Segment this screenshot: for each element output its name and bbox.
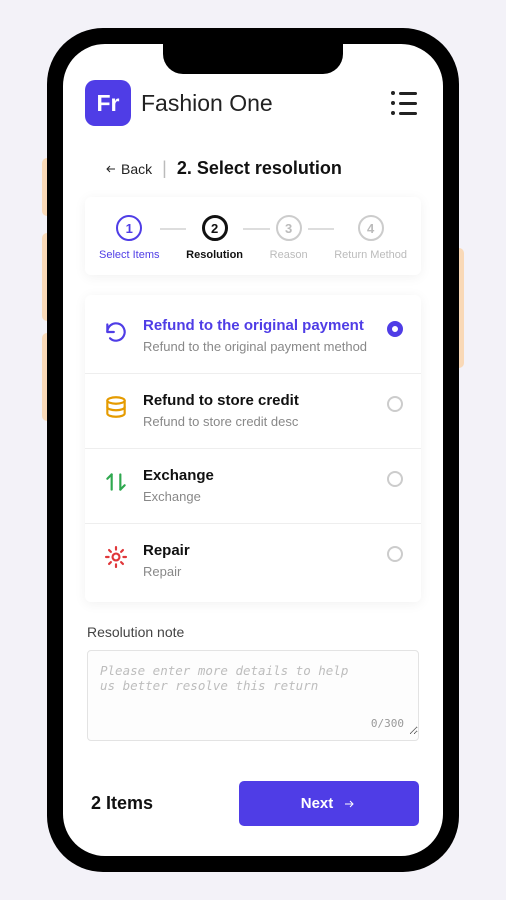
step-label: Return Method <box>334 249 407 261</box>
exchange-icon-wrap <box>103 469 129 495</box>
option-title: Refund to store credit <box>143 392 373 411</box>
repair-icon <box>103 544 129 570</box>
step-label: Reason <box>270 249 308 261</box>
next-button[interactable]: Next <box>239 781 419 826</box>
brand[interactable]: Fr Fashion One <box>85 80 273 126</box>
stepper-step[interactable]: 3 Reason <box>270 215 308 261</box>
step-label: Resolution <box>186 249 243 261</box>
step-number: 4 <box>358 215 384 241</box>
step-number: 2 <box>202 215 228 241</box>
option-title: Refund to the original payment <box>143 317 373 336</box>
radio-icon <box>387 396 403 412</box>
option-body: Exchange Exchange <box>143 467 373 505</box>
arrow-right-icon <box>341 798 357 810</box>
phone-body: Fr Fashion One <box>47 28 459 872</box>
step-connector <box>243 228 270 230</box>
resolution-option[interactable]: Repair Repair <box>85 524 421 598</box>
stepper-step[interactable]: 2 Resolution <box>186 215 243 261</box>
option-desc: Exchange <box>143 489 373 505</box>
option-desc: Refund to the original payment method <box>143 339 373 355</box>
item-count: 2 Items <box>91 793 153 814</box>
radio-icon <box>387 321 403 337</box>
step-label: Select Items <box>99 249 160 261</box>
stepper-card: 1 Select Items 2 Resolution 3 Reason 4 Return M… <box>85 197 421 275</box>
option-title: Exchange <box>143 467 373 486</box>
menu-icon <box>391 91 395 95</box>
option-body: Refund to the original payment Refund to … <box>143 317 373 355</box>
breadcrumb-separator: | <box>162 158 167 179</box>
resolution-option[interactable]: Exchange Exchange <box>85 449 421 524</box>
option-desc: Repair <box>143 564 373 580</box>
step-number: 1 <box>116 215 142 241</box>
refresh-icon <box>103 319 129 345</box>
menu-button[interactable] <box>387 87 421 119</box>
step-connector <box>308 228 335 230</box>
option-body: Repair Repair <box>143 542 373 580</box>
option-body: Refund to store credit Refund to store cr… <box>143 392 373 430</box>
resolution-option[interactable]: Refund to the original payment Refund to … <box>85 299 421 374</box>
resolution-options-card: Refund to the original payment Refund to … <box>85 295 421 602</box>
radio-icon <box>387 546 403 562</box>
exchange-icon <box>103 469 129 495</box>
repair-icon-wrap <box>103 544 129 570</box>
brand-logo: Fr <box>85 80 131 126</box>
phone-screen: Fr Fashion One <box>63 44 443 856</box>
note-label: Resolution note <box>87 624 419 640</box>
note-box: 0/300 <box>87 650 419 741</box>
back-label: Back <box>121 161 152 177</box>
stepper-step[interactable]: 1 Select Items <box>99 215 160 261</box>
radio-icon <box>387 471 403 487</box>
back-button[interactable]: Back <box>105 161 152 177</box>
note-textarea[interactable] <box>88 651 418 735</box>
step-number: 3 <box>276 215 302 241</box>
option-desc: Refund to store credit desc <box>143 414 373 430</box>
coins-icon-wrap <box>103 394 129 420</box>
resolution-note-section: Resolution note 0/300 <box>81 624 425 741</box>
page-title: 2. Select resolution <box>177 158 342 179</box>
footer-bar: 2 Items Next <box>81 769 425 842</box>
coins-icon <box>103 394 129 420</box>
next-button-label: Next <box>301 795 334 812</box>
note-char-counter: 0/300 <box>371 717 404 730</box>
phone-notch <box>163 44 343 74</box>
phone-mockup: Fr Fashion One <box>47 28 459 872</box>
brand-name: Fashion One <box>141 90 273 117</box>
refresh-icon-wrap <box>103 319 129 345</box>
resolution-option[interactable]: Refund to store credit Refund to store cr… <box>85 374 421 449</box>
option-title: Repair <box>143 542 373 561</box>
stepper-step[interactable]: 4 Return Method <box>334 215 407 261</box>
step-connector <box>160 228 187 230</box>
title-row: Back | 2. Select resolution <box>81 144 425 197</box>
app-header: Fr Fashion One <box>81 70 425 144</box>
arrow-left-icon <box>105 163 117 175</box>
